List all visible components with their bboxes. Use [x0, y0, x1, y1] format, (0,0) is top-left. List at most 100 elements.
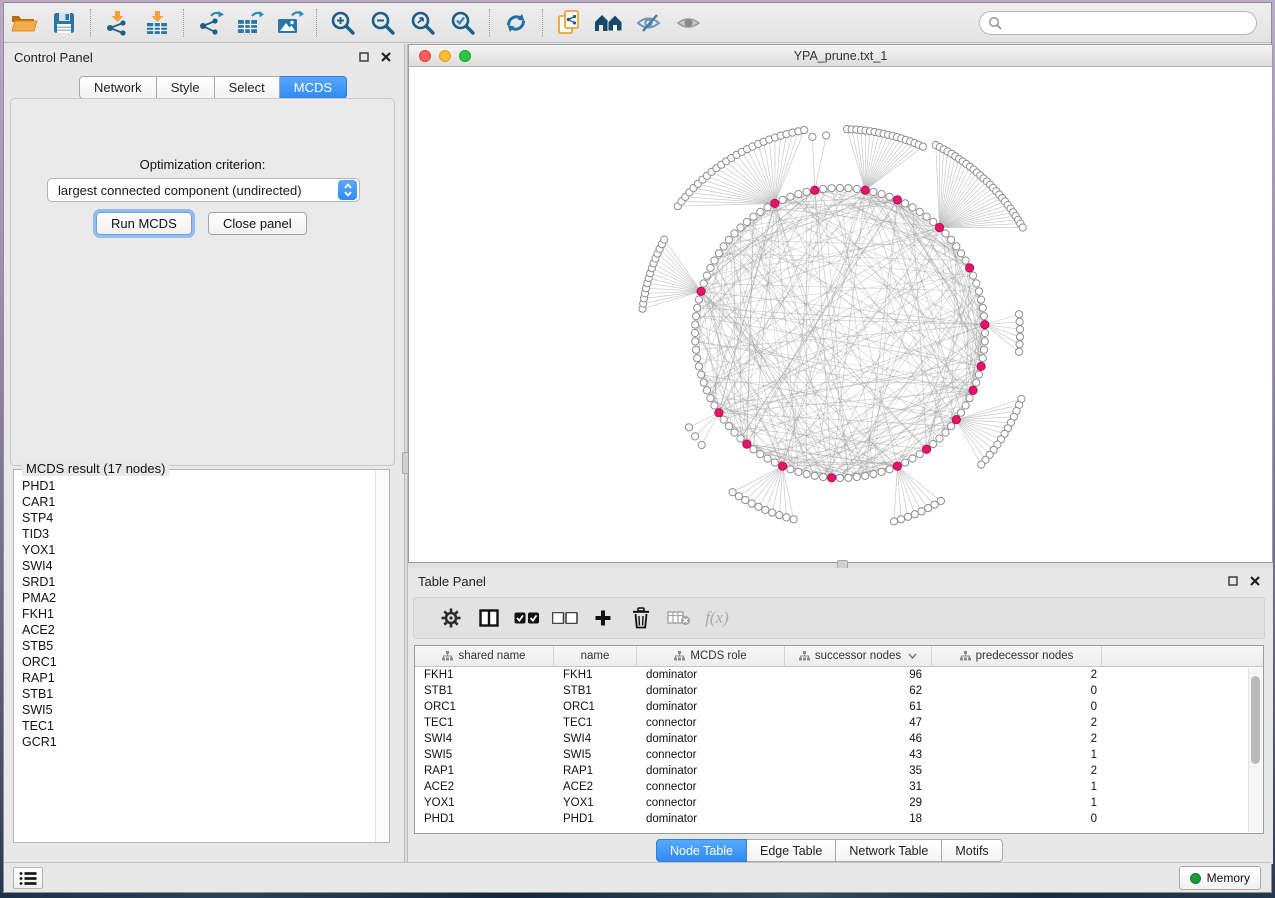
table-settings-gear-icon[interactable] — [432, 601, 470, 635]
cell-name: ORC1 — [554, 699, 637, 715]
cell-predecessor_nodes: 2 — [932, 763, 1102, 779]
tab-network-table[interactable]: Network Table — [836, 839, 942, 862]
cell-successor_nodes: 61 — [785, 699, 932, 715]
new-network-from-selection-icon[interactable] — [549, 6, 589, 40]
column-header-successor-nodes[interactable]: successor nodes — [785, 646, 932, 666]
close-panel-button[interactable]: Close panel — [208, 212, 307, 235]
delete-table-icon[interactable] — [660, 601, 698, 635]
close-panel-icon[interactable] — [1247, 574, 1263, 588]
main-toolbar — [4, 3, 1271, 43]
zoom-selected-icon[interactable] — [443, 6, 483, 40]
cell-name: STB1 — [554, 683, 637, 699]
network-view-window: YPA_prune.txt_1 — [408, 44, 1273, 563]
cell-shared_name: TEC1 — [415, 715, 554, 731]
run-mcds-button[interactable]: Run MCDS — [96, 212, 192, 235]
result-node-item: PHD1 — [22, 478, 374, 494]
close-panel-icon[interactable] — [378, 50, 394, 64]
function-builder-icon[interactable]: f(x) — [698, 601, 736, 635]
result-node-item: FKH1 — [22, 606, 374, 622]
table-row-ORC1[interactable]: ORC1ORC1dominator610 — [415, 699, 1263, 715]
result-node-item: CAR1 — [22, 494, 374, 510]
scrollbar-thumb[interactable] — [1251, 676, 1260, 764]
export-network-icon[interactable] — [190, 6, 230, 40]
table-row-ACE2[interactable]: ACE2ACE2connector311 — [415, 779, 1263, 795]
table-row-PHD1[interactable]: PHD1PHD1dominator180 — [415, 811, 1263, 827]
cell-shared_name: RAP1 — [415, 763, 554, 779]
result-scrollbar[interactable] — [375, 470, 389, 842]
delete-column-trash-icon[interactable] — [622, 601, 660, 635]
show-column-panel-icon[interactable] — [470, 601, 508, 635]
status-bar: Memory — [4, 862, 1271, 892]
table-row-RAP1[interactable]: RAP1RAP1dominator352 — [415, 763, 1263, 779]
cell-shared_name: ORC1 — [415, 699, 554, 715]
result-node-item: SRD1 — [22, 574, 374, 590]
network-canvas[interactable] — [409, 67, 1272, 562]
table-panel-title: Table Panel — [418, 574, 486, 589]
deselect-all-columns-icon[interactable] — [546, 601, 584, 635]
table-scrollbar[interactable] — [1248, 668, 1262, 832]
mcds-result-box: MCDS result (17 nodes) PHD1CAR1STP4TID3Y… — [13, 469, 390, 843]
cell-mcds_role: dominator — [637, 731, 785, 747]
panel-list-menu-icon[interactable] — [13, 867, 43, 889]
hide-selected-icon[interactable] — [629, 6, 669, 40]
mcds-tab-content: Optimization criterion: largest connecte… — [10, 98, 395, 466]
export-table-icon[interactable] — [230, 6, 270, 40]
cell-shared_name: FKH1 — [415, 667, 554, 683]
zoom-fit-icon[interactable] — [403, 6, 443, 40]
table-row-STB1[interactable]: STB1STB1dominator620 — [415, 683, 1263, 699]
table-row-TEC1[interactable]: TEC1TEC1connector472 — [415, 715, 1263, 731]
tab-node-table[interactable]: Node Table — [656, 839, 747, 862]
tab-network[interactable]: Network — [79, 76, 157, 99]
show-all-icon[interactable] — [669, 6, 709, 40]
column-header-MCDS-role[interactable]: MCDS role — [637, 646, 785, 666]
import-table-icon[interactable] — [137, 6, 177, 40]
tab-select[interactable]: Select — [215, 76, 280, 99]
cell-mcds_role: dominator — [637, 811, 785, 827]
save-session-icon[interactable] — [44, 6, 84, 40]
export-image-icon[interactable] — [270, 6, 310, 40]
cell-predecessor_nodes: 1 — [932, 747, 1102, 763]
table-body: FKH1FKH1dominator962STB1STB1dominator620… — [415, 667, 1263, 833]
column-group-icon — [799, 651, 810, 661]
cell-shared_name: STB1 — [415, 683, 554, 699]
column-header-predecessor-nodes[interactable]: predecessor nodes — [932, 646, 1102, 666]
create-column-plus-icon[interactable] — [584, 601, 622, 635]
column-header-shared-name[interactable]: shared name — [415, 646, 554, 666]
optimization-criterion-select[interactable]: largest connected component (undirected) — [47, 178, 360, 202]
table-row-SWI5[interactable]: SWI5SWI5connector431 — [415, 747, 1263, 763]
cell-successor_nodes: 96 — [785, 667, 932, 683]
cell-successor_nodes: 46 — [785, 731, 932, 747]
tab-motifs[interactable]: Motifs — [942, 839, 1002, 862]
refresh-icon[interactable] — [496, 6, 536, 40]
cell-name: SWI4 — [554, 731, 637, 747]
memory-button[interactable]: Memory — [1179, 866, 1261, 890]
cell-shared_name: PHD1 — [415, 811, 554, 827]
table-toolbar: f(x) — [413, 597, 1265, 639]
import-network-icon[interactable] — [97, 6, 137, 40]
search-input[interactable] — [1008, 16, 1248, 30]
optimization-criterion-value: largest connected component (undirected) — [48, 183, 338, 198]
zoom-out-icon[interactable] — [363, 6, 403, 40]
float-panel-icon[interactable] — [356, 50, 372, 64]
desktop-wallpaper — [0, 893, 1275, 898]
tab-edge-table[interactable]: Edge Table — [747, 839, 836, 862]
column-group-icon — [674, 651, 685, 661]
open-file-icon[interactable] — [4, 6, 44, 40]
table-row-FKH1[interactable]: FKH1FKH1dominator962 — [415, 667, 1263, 683]
column-header-name[interactable]: name — [554, 646, 637, 666]
float-panel-icon[interactable] — [1225, 574, 1241, 588]
tab-mcds[interactable]: MCDS — [280, 76, 347, 99]
table-row-SWI4[interactable]: SWI4SWI4dominator462 — [415, 731, 1263, 747]
cell-successor_nodes: 62 — [785, 683, 932, 699]
result-node-item: STB1 — [22, 686, 374, 702]
table-row-YOX1[interactable]: YOX1YOX1connector291 — [415, 795, 1263, 811]
tab-style[interactable]: Style — [157, 76, 215, 99]
zoom-in-icon[interactable] — [323, 6, 363, 40]
first-neighbors-icon[interactable] — [589, 6, 629, 40]
cell-mcds_role: connector — [637, 779, 785, 795]
column-header-filler — [1102, 646, 1263, 666]
cell-mcds_role: connector — [637, 747, 785, 763]
result-node-item: ACE2 — [22, 622, 374, 638]
result-node-item: ORC1 — [22, 654, 374, 670]
select-all-columns-icon[interactable] — [508, 601, 546, 635]
